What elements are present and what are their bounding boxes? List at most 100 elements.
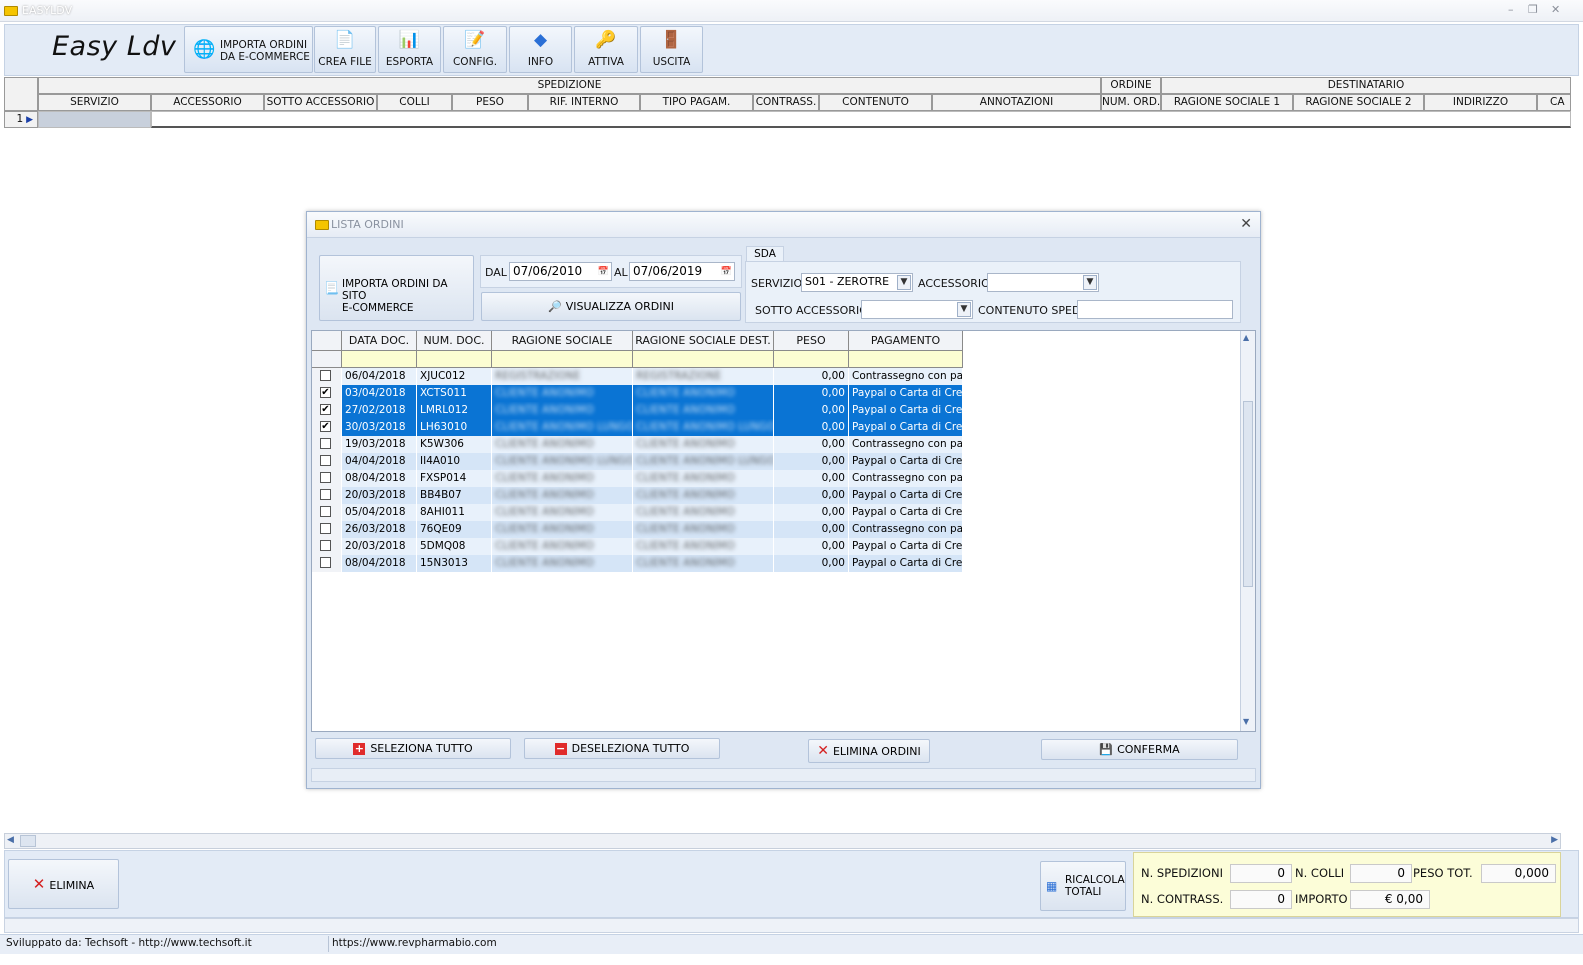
col-num-doc[interactable]: NUM. DOC. [417,331,492,351]
restore-icon[interactable]: ❐ [1528,3,1538,17]
row-selector[interactable] [312,470,342,487]
scroll-up-icon[interactable]: ▲ [1243,333,1249,342]
col-num-ord[interactable]: NUM. ORD. [1101,94,1161,111]
row-selector[interactable] [312,453,342,470]
table-row[interactable]: ✔ 03/04/2018 XCTS011 CLIENTE ANONIMO CLIENTE… [312,385,963,402]
col-pagamento[interactable]: PAGAMENTO [849,331,963,351]
filter-ragione-sociale-dest[interactable] [633,351,774,368]
row-checkbox[interactable] [320,506,331,517]
row-checkbox[interactable]: ✔ [320,404,331,415]
col-colli[interactable]: COLLI [377,94,452,111]
visualizza-ordini-button[interactable]: 🔎 VISUALIZZA ORDINI [481,292,741,321]
row-cells[interactable] [151,111,1571,128]
hscroll-thumb[interactable] [20,835,36,847]
col-ragione-sociale[interactable]: RAGIONE SOCIALE [492,331,633,351]
filter-num-doc[interactable] [417,351,492,368]
col-sotto-accessorio[interactable]: SOTTO ACCESSORIO [264,94,377,111]
row-checkbox[interactable] [320,489,331,500]
row-selector[interactable]: ✔ [312,385,342,402]
col-servizio[interactable]: SERVIZIO [38,94,151,111]
col-ca[interactable]: CA [1537,94,1571,111]
calendar-icon-2[interactable]: 📅 [721,264,732,280]
row-header[interactable]: 1 ▶ [4,111,38,128]
dialog-close-icon[interactable]: ✕ [1240,216,1252,232]
table-row[interactable]: 05/04/2018 8AHI011 CLIENTE ANONIMO CLIENTE … [312,504,963,521]
col-accessorio[interactable]: ACCESSORIO [151,94,264,111]
row-selector[interactable] [312,504,342,521]
row-checkbox[interactable]: ✔ [320,421,331,432]
col-ragione-sociale-1[interactable]: RAGIONE SOCIALE 1 [1161,94,1293,111]
accessorio-select[interactable]: ▼ [987,273,1099,292]
config-button[interactable]: 📝 CONFIG. [443,26,507,73]
row-checkbox[interactable] [320,557,331,568]
scroll-right-icon[interactable]: ▶ [1551,835,1558,845]
servizio-select[interactable]: S01 - ZEROTRE ▼ [801,273,913,292]
scroll-down-icon[interactable]: ▼ [1243,717,1249,726]
row-checkbox[interactable] [320,438,331,449]
minimize-icon[interactable]: – [1508,3,1514,17]
table-row[interactable]: 08/04/2018 15N3013 CLIENTE ANONIMO CLIENTE … [312,555,963,572]
filter-data-doc[interactable] [342,351,417,368]
delete-orders-button[interactable]: ✕ ELIMINA ORDINI [808,739,930,763]
date-from-input[interactable]: 07/06/2010 📅 [509,262,612,281]
table-row[interactable]: 08/04/2018 FXSP014 CLIENTE ANONIMO CLIENTE … [312,470,963,487]
calendar-icon[interactable]: 📅 [598,264,609,280]
row-selector[interactable] [312,368,342,385]
filter-peso[interactable] [774,351,849,368]
activate-button[interactable]: 🔑 ATTIVA [574,26,638,73]
date-to-input[interactable]: 07/06/2019 📅 [629,262,735,281]
col-indirizzo[interactable]: INDIRIZZO [1424,94,1537,111]
col-peso[interactable]: PESO [452,94,528,111]
row-checkbox[interactable] [320,472,331,483]
import-site-button[interactable]: 📃 IMPORTA ORDINI DA SITO E-COMMERCE [319,255,474,321]
table-row[interactable]: ✔ 27/02/2018 LMRL012 CLIENTE ANONIMO CLIENTE… [312,402,963,419]
row-selector[interactable] [312,538,342,555]
col-tipo-pagam[interactable]: TIPO PAGAM. [640,94,753,111]
exit-button[interactable]: 🚪 USCITA [640,26,703,73]
scroll-left-icon[interactable]: ◀ [7,835,14,845]
filter-ragione-sociale[interactable] [492,351,633,368]
scroll-thumb[interactable] [1243,401,1253,587]
row-checkbox[interactable] [320,540,331,551]
export-button[interactable]: 📊 ESPORTA [378,26,441,73]
row-checkbox[interactable]: ✔ [320,387,331,398]
col-peso[interactable]: PESO [774,331,849,351]
info-button[interactable]: ◆ INFO [509,26,572,73]
table-row[interactable]: 20/03/2018 5DMQ08 CLIENTE ANONIMO CLIENTE A… [312,538,963,555]
table-row[interactable]: 06/04/2018 XJUC012 REGISTRAZIONE REGISTRAZI… [312,368,963,385]
row-selector[interactable]: ✔ [312,402,342,419]
deselect-all-button[interactable]: − DESELEZIONA TUTTO [524,738,720,759]
col-ragione-sociale-2[interactable]: RAGIONE SOCIALE 2 [1293,94,1424,111]
row-selector[interactable] [312,555,342,572]
create-file-button[interactable]: 📄 CREA FILE [314,26,376,73]
row-checkbox[interactable] [320,523,331,534]
confirm-button[interactable]: 💾 CONFERMA [1041,739,1238,760]
filter-pagamento[interactable] [849,351,963,368]
recalculate-totals-button[interactable]: ▦ RICALCOLA TOTALI [1040,861,1126,911]
contenuto-input[interactable] [1077,300,1233,319]
cell-servizio[interactable] [38,111,151,128]
row-selector[interactable]: ✔ [312,419,342,436]
row-checkbox[interactable] [320,455,331,466]
col-rif-interno[interactable]: RIF. INTERNO [528,94,640,111]
col-ragione-sociale-dest[interactable]: RAGIONE SOCIALE DEST. [633,331,774,351]
table-row[interactable]: ✔ 30/03/2018 LH63010 CLIENTE ANONIMO LUNGO C… [312,419,963,436]
vertical-scrollbar[interactable]: ▲ ▼ [1240,331,1255,731]
table-row[interactable]: 20/03/2018 BB4B07 CLIENTE ANONIMO CLIENTE A… [312,487,963,504]
col-data-doc[interactable]: DATA DOC. [342,331,417,351]
col-contrass[interactable]: CONTRASS. [753,94,819,111]
tab-sda[interactable]: SDA [746,246,784,262]
table-row[interactable]: 26/03/2018 76QE09 CLIENTE ANONIMO CLIENTE A… [312,521,963,538]
row-selector[interactable] [312,487,342,504]
horizontal-scrollbar[interactable]: ◀ ▶ [4,833,1561,849]
col-contenuto[interactable]: CONTENUTO [819,94,932,111]
row-checkbox[interactable] [320,370,331,381]
table-row[interactable]: 04/04/2018 II4A010 CLIENTE ANONIMO LUNGO CL… [312,453,963,470]
row-selector[interactable] [312,436,342,453]
sotto-accessorio-select[interactable]: ▼ [861,300,973,319]
import-ecommerce-button[interactable]: 🌐 IMPORTA ORDINI DA E-COMMERCE [184,26,313,73]
elimina-button[interactable]: ✕ ELIMINA [8,859,119,909]
close-icon[interactable]: ✕ [1551,3,1560,17]
select-all-button[interactable]: + SELEZIONA TUTTO [315,738,511,759]
row-selector[interactable] [312,521,342,538]
